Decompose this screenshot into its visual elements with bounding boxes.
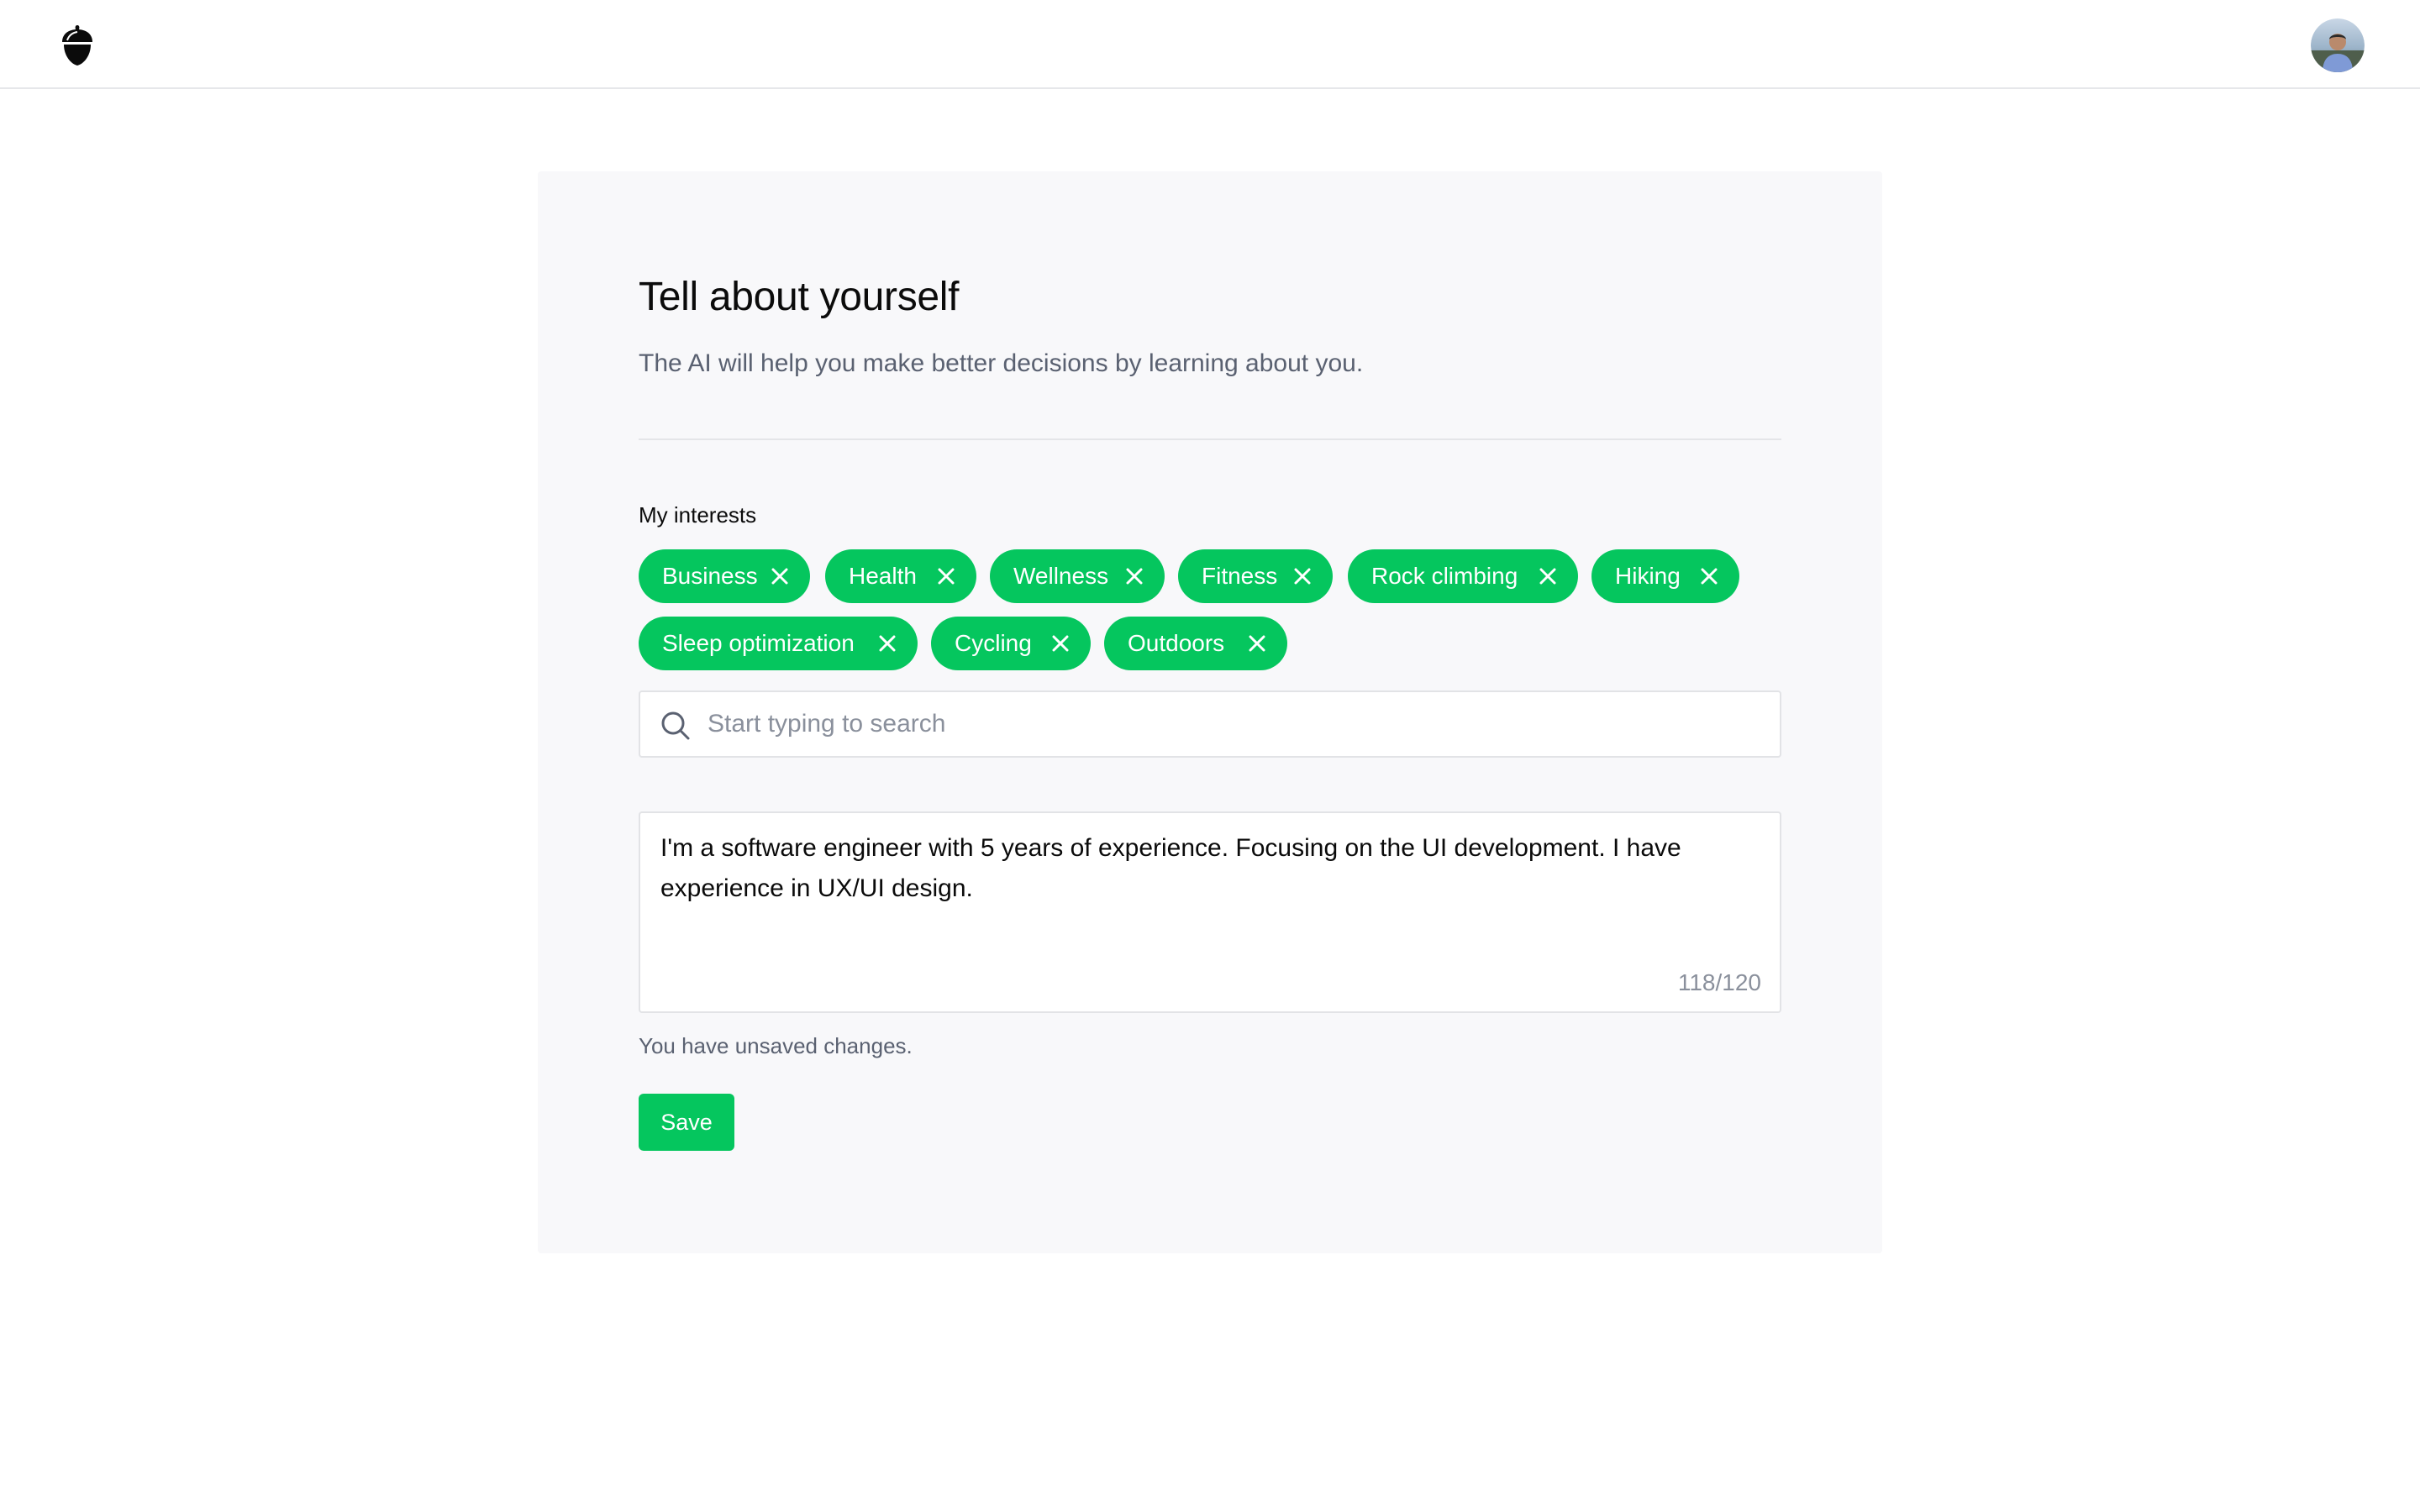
page-subtitle: The AI will help you make better decisio… — [639, 349, 1364, 377]
interests-label: My interests — [639, 502, 757, 528]
chip-label: Health — [849, 563, 917, 589]
interest-chip-health[interactable]: Health — [825, 549, 976, 603]
top-bar — [0, 0, 2420, 89]
search-icon — [661, 711, 690, 740]
character-counter: 118/120 — [1677, 969, 1761, 995]
interest-chip-hiking[interactable]: Hiking — [1591, 549, 1739, 603]
interest-chip-cycling[interactable]: Cycling — [931, 617, 1091, 670]
acorn-logo-icon[interactable] — [59, 24, 96, 67]
divider — [639, 438, 1781, 440]
close-icon[interactable] — [936, 566, 956, 586]
search-input[interactable] — [708, 692, 1749, 756]
chip-label: Wellness — [1013, 563, 1109, 589]
close-icon[interactable] — [1699, 566, 1719, 586]
close-icon[interactable] — [1247, 633, 1267, 654]
page-title: Tell about yourself — [639, 275, 960, 319]
bio-text[interactable]: I'm a software engineer with 5 years of … — [660, 828, 1761, 909]
close-icon[interactable] — [877, 633, 897, 654]
interest-search-field[interactable] — [639, 690, 1781, 758]
profile-card: Tell about yourself The AI will help you… — [538, 171, 1882, 1253]
interest-chip-rock-climbing[interactable]: Rock climbing — [1348, 549, 1578, 603]
chip-label: Business — [662, 563, 758, 589]
interest-chip-fitness[interactable]: Fitness — [1178, 549, 1333, 603]
interest-chip-outdoors[interactable]: Outdoors — [1104, 617, 1287, 670]
bio-textarea[interactable]: I'm a software engineer with 5 years of … — [639, 811, 1781, 1013]
close-icon[interactable] — [1050, 633, 1071, 654]
chip-label: Hiking — [1615, 563, 1681, 589]
save-button[interactable]: Save — [639, 1094, 734, 1151]
close-icon[interactable] — [1292, 566, 1313, 586]
close-icon[interactable] — [770, 566, 790, 586]
chip-label: Cycling — [955, 630, 1032, 656]
interest-chip-wellness[interactable]: Wellness — [990, 549, 1165, 603]
close-icon[interactable] — [1124, 566, 1144, 586]
interest-chip-sleep-optimization[interactable]: Sleep optimization — [639, 617, 918, 670]
chip-label: Fitness — [1202, 563, 1278, 589]
chip-label: Sleep optimization — [662, 630, 855, 656]
user-avatar[interactable] — [2311, 18, 2365, 72]
chip-label: Rock climbing — [1371, 563, 1518, 589]
unsaved-changes-notice: You have unsaved changes. — [639, 1033, 913, 1058]
interest-chip-business[interactable]: Business — [639, 549, 810, 603]
chip-label: Outdoors — [1128, 630, 1225, 656]
close-icon[interactable] — [1538, 566, 1558, 586]
